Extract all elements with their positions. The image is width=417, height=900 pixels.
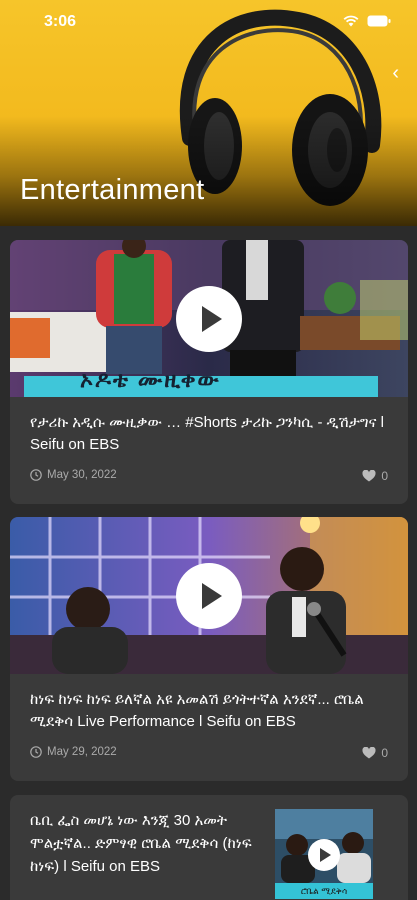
video-card[interactable]: ኦዶቴ ሙዚቀው የታሪኩ አዲሱ ሙዚቃው … #Shorts ታሪኩ ጋንካ…: [10, 240, 408, 504]
hero-gradient: [0, 116, 417, 226]
video-card[interactable]: ቤቢ ፌስ መሆኔ ነው እንጂ 30 አመት ሞልቷኛል.. ድምፃዊ ሮቤል…: [10, 795, 408, 900]
header-hero: 3:06 ‹ Entertainment: [0, 0, 417, 226]
thumbnail-banner-text: ኦዶቴ ሙዚቀው: [80, 367, 221, 392]
like-counter[interactable]: 0: [362, 746, 388, 760]
wifi-icon: [343, 15, 359, 27]
thumbnail-caption: ሮቤል ሚደቅሳ: [275, 883, 373, 899]
like-counter[interactable]: 0: [362, 469, 388, 483]
video-thumbnail[interactable]: [10, 517, 408, 674]
play-button[interactable]: [176, 563, 242, 629]
date-text: May 29, 2022: [47, 746, 117, 758]
like-count: 0: [381, 469, 388, 483]
battery-icon: [367, 15, 391, 27]
page-title: Entertainment: [20, 174, 205, 206]
video-thumbnail[interactable]: ሮቤል ሚደቅሳ: [275, 809, 373, 899]
play-button[interactable]: [176, 286, 242, 352]
video-title[interactable]: የታሪኩ አዲሱ ሙዚቃው … #Shorts ታሪኩ ጋንካሲ - ዲሽታግና…: [30, 412, 395, 456]
video-card[interactable]: ከነፍ ከነፍ ከነፍ ይለኛል አዩ አመልሽ ይጎትተኛል አንደኛ... …: [10, 517, 408, 781]
heart-icon: [362, 747, 376, 759]
date-text: May 30, 2022: [47, 469, 117, 481]
status-bar: 3:06: [0, 0, 417, 44]
play-button[interactable]: [308, 839, 340, 871]
video-date: May 29, 2022: [30, 746, 117, 758]
heart-icon: [362, 470, 376, 482]
clock-icon: [30, 746, 42, 758]
video-date: May 30, 2022: [30, 469, 117, 481]
video-thumbnail[interactable]: ኦዶቴ ሙዚቀው: [10, 240, 408, 397]
like-count: 0: [381, 746, 388, 760]
clock-icon: [30, 469, 42, 481]
video-title[interactable]: ቤቢ ፌስ መሆኔ ነው እንጂ 30 አመት ሞልቷኛል.. ድምፃዊ ሮቤል…: [30, 809, 262, 878]
status-icons: [343, 15, 391, 27]
video-title[interactable]: ከነፍ ከነፍ ከነፍ ይለኛል አዩ አመልሽ ይጎትተኛል አንደኛ... …: [30, 689, 395, 733]
status-time: 3:06: [44, 13, 77, 30]
chevron-left-icon[interactable]: ‹: [392, 62, 399, 85]
